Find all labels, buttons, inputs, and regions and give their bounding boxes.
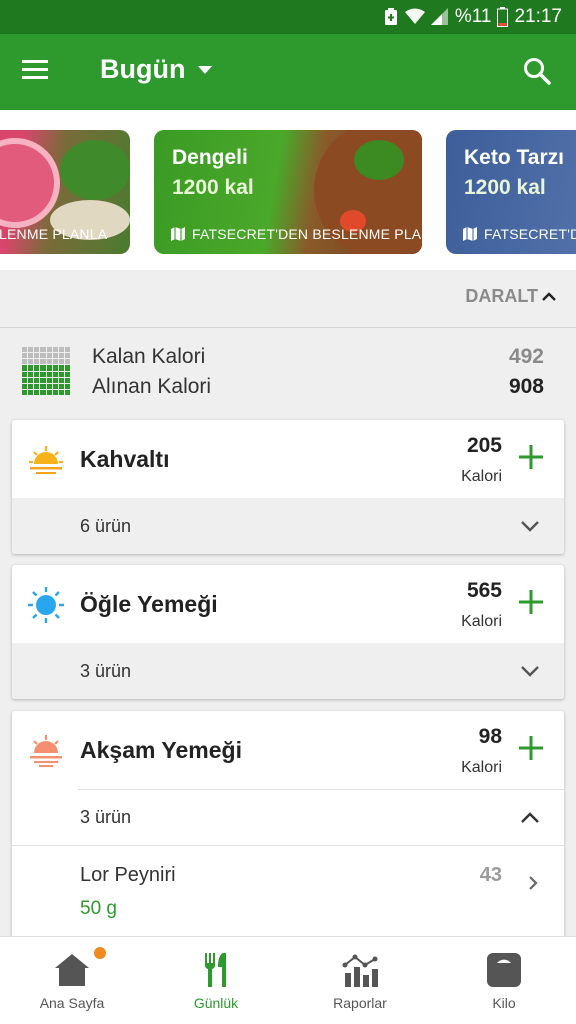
chevron-down-icon [521,666,539,677]
plan-title: Dengeli [172,146,248,169]
chevron-down-icon [521,521,539,532]
meal-header[interactable]: Akşam Yemeği 98 Kalori [12,711,564,789]
page-title: Bugün [100,54,186,84]
food-item-quantity: 50 g [80,898,117,919]
meal-items-toggle[interactable]: 6 ürün [12,498,564,554]
sunrise-icon [29,446,63,474]
plan-card-keto[interactable]: Keto Tarzı 1200 kal FATSECRET'DE [446,130,576,254]
sun-icon [28,587,64,623]
remaining-calories-value: 492 [508,345,544,368]
chevron-up-icon [542,291,556,301]
nav-reports[interactable]: Raporlar [288,937,432,1024]
food-item-row[interactable]: Lor Peyniri 50 g 43 [12,845,564,931]
plan-title: Keto Tarzı [464,146,564,169]
remaining-calories-label: Kalan Kalori [92,345,206,368]
chevron-up-icon [521,812,539,823]
collapse-row: DARALT [0,270,576,328]
plan-card-footer: FATSECRET'DEN BESLENME PLANLA [170,226,422,242]
meal-calories-unit: Kalori [461,759,502,776]
chart-icon [342,954,378,987]
meal-name: Akşam Yemeği [80,737,242,763]
add-icon[interactable] [518,589,544,615]
meal-name: Öğle Yemeği [80,591,218,617]
nav-diary[interactable]: Günlük [144,937,288,1024]
collapse-button[interactable]: DARALT [465,286,556,307]
add-icon[interactable] [518,444,544,470]
fork-knife-icon [204,953,226,987]
hamburger-icon[interactable] [22,58,56,86]
meal-header[interactable]: Öğle Yemeği 565 Kalori [12,565,564,643]
caret-down-icon [198,65,213,74]
chevron-right-icon [529,876,538,890]
meal-items-count: 6 ürün [80,515,132,536]
plan-card-dengeli[interactable]: Dengeli 1200 kal FATSECRET'DEN BESLENME … [154,130,422,254]
plan-card-footer: N BESLENME PLANLA [0,226,108,242]
herb-image [354,140,404,180]
meal-header[interactable]: Kahvaltı 205 Kalori [12,420,564,498]
meal-card-breakfast: Kahvaltı 205 Kalori 6 ürün [12,420,564,554]
battery-percent: %11 [454,6,492,27]
calorie-summary: Kalan Kalori 492 Alınan Kalori 908 [0,329,576,417]
home-icon [55,954,89,986]
meal-calories-unit: Kalori [461,613,502,630]
map-icon [463,227,477,241]
bottom-navigation: Ana Sayfa Günlük Raporlar Kilo [0,936,576,1024]
meal-items-toggle[interactable]: 3 ürün [78,789,564,845]
meal-calories: 565 [466,579,502,602]
food-item-calories: 43 [479,864,502,886]
plan-carousel[interactable]: N BESLENME PLANLA Dengeli 1200 kal FATSE… [0,110,576,270]
meal-name: Kahvaltı [80,446,170,472]
meal-calories: 205 [466,434,502,457]
plan-card-footer: FATSECRET'DE [462,226,576,242]
meal-calories: 98 [478,725,502,748]
nav-home[interactable]: Ana Sayfa [0,937,144,1024]
meal-calories-unit: Kalori [461,468,502,485]
notification-badge [94,947,106,959]
meal-items-count: 3 ürün [80,660,132,681]
meal-card-lunch: Öğle Yemeği 565 Kalori 3 ürün [12,565,564,699]
signal-icon [430,8,449,26]
clock: 21:17 [514,6,562,27]
battery-saver-icon [383,8,399,26]
plan-kcal: 1200 kal [464,176,546,199]
wifi-icon [404,8,425,26]
meal-items-toggle[interactable]: 3 ürün [12,643,564,699]
plan-kcal: 1200 kal [172,176,254,199]
consumed-calories-value: 908 [508,375,544,398]
plan-card-1[interactable]: N BESLENME PLANLA [0,130,130,254]
meal-items-count: 3 ürün [80,807,132,827]
consumed-calories-label: Alınan Kalori [92,375,212,398]
calorie-grid-icon [22,347,70,395]
nav-weight[interactable]: Kilo [432,937,576,1024]
meal-card-dinner: Akşam Yemeği 98 Kalori 3 ürün Lor Peynir… [12,711,564,941]
battery-icon [497,7,509,27]
map-icon [171,227,185,241]
food-item-name: Lor Peyniri [80,864,176,886]
scale-icon [487,953,521,987]
app-bar: Bugün [0,34,576,110]
status-bar: %11 21:17 [0,0,576,34]
date-selector[interactable]: Bugün [100,54,213,85]
sunset-icon [30,735,62,767]
add-icon[interactable] [518,735,544,761]
vegetables-image [60,140,130,200]
search-icon[interactable] [522,56,554,88]
